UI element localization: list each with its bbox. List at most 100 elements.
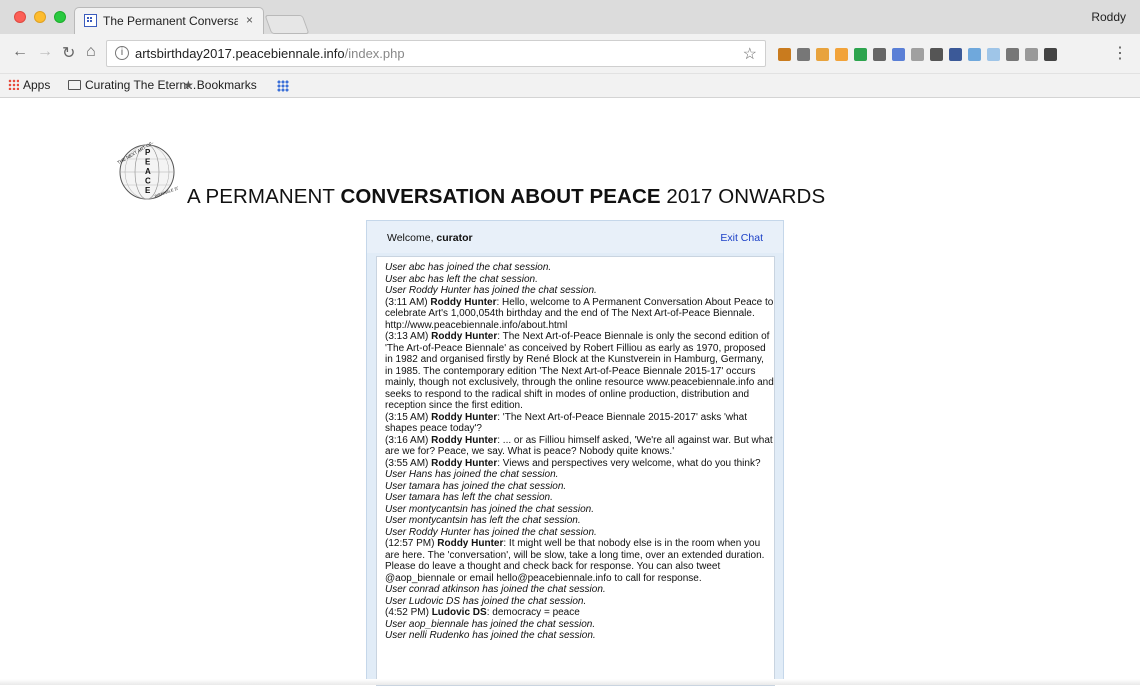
close-window-button[interactable] [14,11,26,23]
bookmark-apps[interactable]: Apps [8,78,50,92]
chat-message: (3:13 AM) Roddy Hunter: The Next Art-of-… [377,331,774,412]
logo-letter: E [145,186,151,195]
chat-message: (3:16 AM) Roddy Hunter: ... or as Fillio… [377,435,774,458]
bookmark-star-icon[interactable]: ☆ [743,44,757,64]
chat-header: Welcome, curator Exit Chat [367,221,783,253]
url-path: /index.php [344,46,405,61]
message-author: Ludovic DS [431,607,487,618]
apps-grid-icon [8,79,19,90]
peace-biennale-logo: THE NEXT ART-OF- PEACE BIENNALE 2015-201… [116,141,178,200]
chat-message: (12:57 PM) Roddy Hunter: It might well b… [377,538,774,584]
page-title: A PERMANENT CONVERSATION ABOUT PEACE 201… [187,185,825,209]
minimize-window-button[interactable] [34,11,46,23]
home-icon[interactable]: ⌂ [86,43,96,61]
chat-message: (3:11 AM) Roddy Hunter: Hello, welcome t… [377,297,774,332]
chat-system-message: User Ludovic DS has joined the chat sess… [385,595,587,607]
chat-system-message: User montycantsin has left the chat sess… [385,515,581,526]
site-favicon-icon [84,14,97,27]
extension-icon[interactable] [911,48,924,61]
chat-system-message: User tamara has left the chat session. [385,492,553,503]
folder-icon [68,80,81,90]
message-author: Roddy Hunter [430,296,497,308]
extension-icon[interactable] [1006,48,1019,61]
bookmark-folder[interactable]: Curating The Etern... [68,78,196,92]
reload-icon[interactable]: ↻ [62,43,75,63]
message-author: Roddy Hunter [431,457,498,469]
extension-icon[interactable] [797,48,810,61]
chat-system-message: User nelli Rudenko has joined the chat s… [385,630,596,641]
message-author: Roddy Hunter [431,331,498,342]
message-time: (3:11 AM) [385,296,431,308]
zoom-window-button[interactable] [54,11,66,23]
browser-tab[interactable]: The Permanent Conversation A × [74,7,264,34]
extension-icon[interactable] [892,48,905,61]
url-text[interactable]: artsbirthday2017.peacebiennale.info/inde… [135,46,405,61]
window-bottom-edge [0,679,1140,685]
chat-message: (3:55 AM) Roddy Hunter: Views and perspe… [377,458,774,470]
logo-letter: P [145,148,151,157]
extension-icon[interactable] [1044,48,1057,61]
chat-system-message: User abc has left the chat session. [385,273,538,285]
extension-icon[interactable] [949,48,962,61]
site-info-icon[interactable]: i [115,46,129,60]
extension-icon[interactable] [968,48,981,61]
welcome-prefix: Welcome, [387,232,437,244]
welcome-text: Welcome, curator [387,232,473,244]
extension-icon[interactable] [854,48,867,61]
logo-letter: E [145,158,151,167]
extension-icon[interactable] [835,48,848,61]
extension-icon[interactable] [987,48,1000,61]
chat-system-message: User conrad atkinson has joined the chat… [385,584,606,595]
extension-icon[interactable] [778,48,791,61]
forward-arrow-icon[interactable]: → [37,43,53,61]
message-author: Roddy Hunter [431,411,498,423]
address-bar[interactable]: i artsbirthday2017.peacebiennale.info/in… [106,40,766,67]
url-host: artsbirthday2017.peacebiennale.info [135,46,345,61]
chat-system-message: User abc has joined the chat session. [385,262,552,273]
chat-log[interactable]: User abc has joined the chat session. Use… [376,256,775,686]
extension-icon[interactable] [930,48,943,61]
browser-toolbar: ← → ↻ ⌂ i artsbirthday2017.peacebiennale… [0,34,1140,74]
chat-system-message: User Roddy Hunter has joined the chat se… [385,285,597,296]
logo-letter: C [145,177,151,186]
chat-system-message: User Roddy Hunter has joined the chat se… [385,526,597,538]
username: curator [436,232,473,244]
profile-name[interactable]: Roddy [1091,10,1126,24]
message-author: Roddy Hunter [437,538,504,549]
message-time: (3:55 AM) [385,457,432,469]
extension-icon[interactable] [816,48,829,61]
extension-icon[interactable] [873,48,886,61]
chat-panel: Welcome, curator Exit Chat User abc has … [366,220,784,686]
browser-titlebar: The Permanent Conversation A × Roddy [0,0,1140,34]
message-body: : Views and perspectives very welcome, w… [497,457,761,469]
browser-menu-icon[interactable]: ⋮ [1112,43,1128,63]
bookmark-grid-icon[interactable] [277,80,289,92]
title-prefix: A PERMANENT [187,185,341,208]
message-time: (3:16 AM) [385,434,432,446]
star-icon: ★ [183,78,194,92]
chat-system-message: User montycantsin has joined the chat se… [385,503,594,515]
new-tab-button[interactable] [264,15,310,34]
bookmarks-bar: Apps Curating The Etern... ★ Bookmarks [0,74,1140,98]
exit-chat-link[interactable]: Exit Chat [720,232,763,244]
back-arrow-icon[interactable]: ← [12,43,28,61]
message-author: Roddy Hunter [431,434,498,446]
extension-icon[interactable] [1025,48,1038,61]
bookmark-bookmarks[interactable]: ★ Bookmarks [183,78,257,92]
message-body: : democracy = peace [486,607,580,618]
chat-system-message: User Hans has joined the chat session. [385,469,559,480]
chat-message: (3:15 AM) Roddy Hunter: 'The Next Art-of… [377,412,774,435]
logo-letter: A [145,167,151,176]
tab-close-icon[interactable]: × [246,13,253,27]
bookmark-bookmarks-label: Bookmarks [196,78,257,92]
message-time: (12:57 PM) [385,538,438,549]
message-time: (3:15 AM) [385,411,432,423]
bookmark-folder-label: Curating The Etern... [85,78,197,92]
chat-message: (4:52 PM) Ludovic DS: democracy = peace [377,607,774,619]
tab-title: The Permanent Conversation A [103,14,238,28]
chat-system-message: User aop_biennale has joined the chat se… [385,618,596,630]
message-time: (4:52 PM) [385,607,432,618]
title-suffix: 2017 ONWARDS [660,185,826,208]
title-bold: CONVERSATION ABOUT PEACE [340,185,661,208]
message-body: : The Next Art-of-Peace Biennale is only… [385,331,774,411]
